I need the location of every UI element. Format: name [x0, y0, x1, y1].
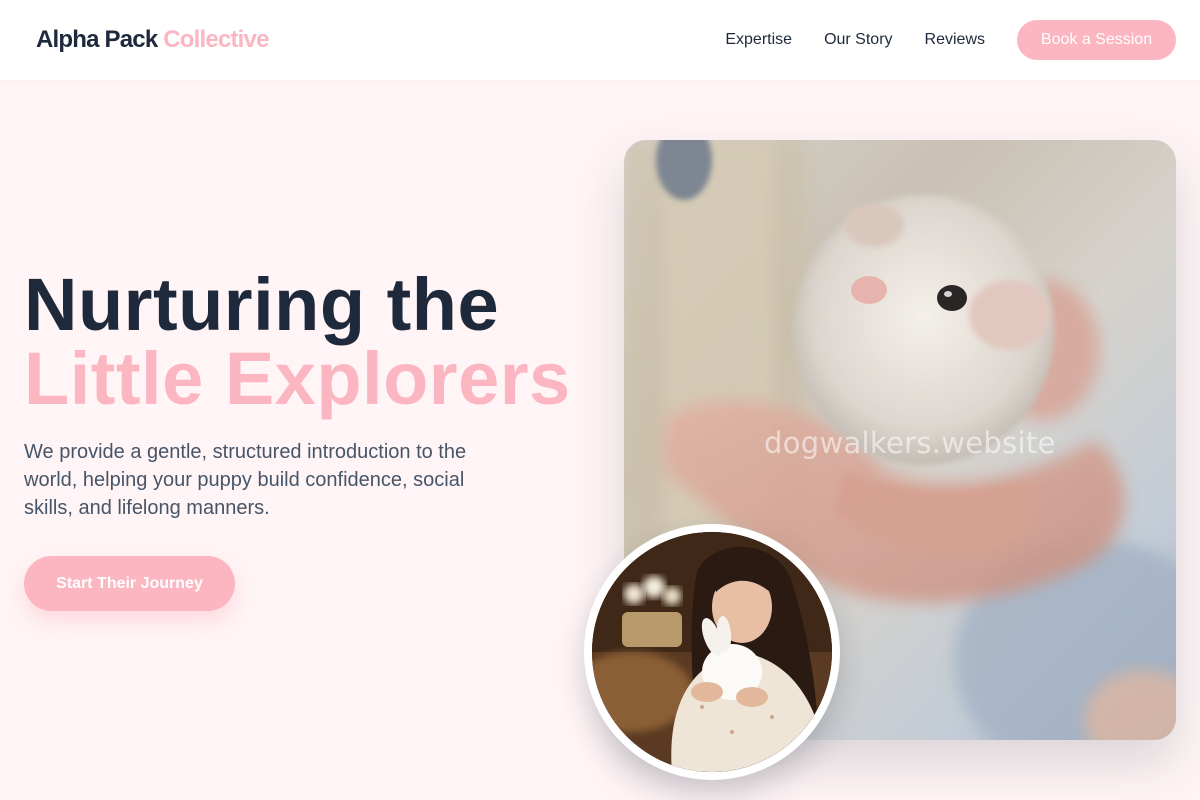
headline-line-2: Little Explorers [24, 337, 571, 420]
logo-accent-text: Collective [163, 26, 269, 53]
nav-link-our-story[interactable]: Our Story [824, 31, 892, 49]
nav-link-expertise[interactable]: Expertise [725, 31, 792, 49]
hero-section: Nurturing the Little Explorers We provid… [24, 268, 584, 611]
headline-line-1: Nurturing the [24, 263, 500, 346]
hero-headline: Nurturing the Little Explorers [24, 268, 584, 416]
owner-portrait-photo [592, 532, 832, 772]
book-session-button[interactable]: Book a Session [1017, 20, 1176, 60]
nav-link-reviews[interactable]: Reviews [925, 31, 985, 49]
brand-logo[interactable]: Alpha Pack Collective [36, 26, 269, 54]
hero-description: We provide a gentle, structured introduc… [24, 441, 467, 519]
woman-with-rabbit-illustration [592, 532, 832, 772]
main-nav: Expertise Our Story Reviews Book a Sessi… [725, 20, 1176, 60]
site-header: Alpha Pack Collective Expertise Our Stor… [0, 0, 1200, 80]
photo-watermark: dogwalkers.website [764, 426, 1056, 460]
start-journey-button[interactable]: Start Their Journey [24, 556, 235, 611]
owner-portrait-frame [584, 524, 840, 780]
logo-main-text: Alpha Pack [36, 26, 158, 53]
